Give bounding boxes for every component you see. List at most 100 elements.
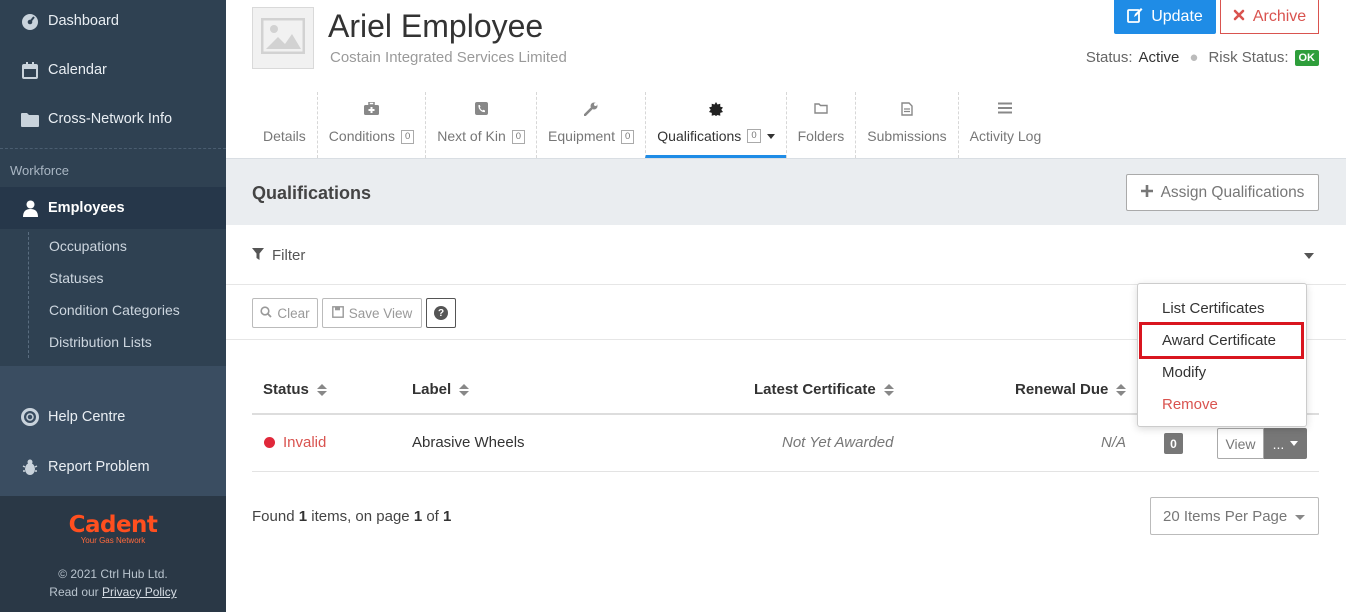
column-header-latest-certificate[interactable]: Latest Certificate (754, 381, 894, 398)
wrench-icon (537, 102, 645, 116)
lifebuoy-icon (20, 407, 40, 427)
sidebar-subitem-statuses[interactable]: Statuses (49, 270, 103, 286)
sidebar-item-employees[interactable]: Employees (0, 187, 226, 229)
found-mid: items, on page (311, 508, 410, 525)
column-header-renewal-due[interactable]: Renewal Due (1015, 381, 1127, 398)
tab-qualifications[interactable]: Qualifications 0 (645, 92, 786, 158)
clear-label: Clear (277, 305, 310, 321)
tab-next-of-kin[interactable]: Next of Kin 0 (425, 92, 536, 158)
tab-conditions[interactable]: Conditions 0 (316, 92, 425, 158)
menu-item-list-certificates[interactable]: List Certificates (1162, 300, 1265, 317)
assign-label: Assign Qualifications (1160, 183, 1305, 201)
sidebar-subnav: Occupations Statuses Condition Categorie… (28, 232, 226, 358)
folder-icon (20, 109, 40, 129)
tab-count: 0 (511, 130, 526, 144)
close-icon (1233, 8, 1245, 26)
list-icon (959, 102, 1053, 114)
tab-label: Details (263, 128, 306, 144)
chevron-down-icon[interactable] (1304, 253, 1314, 259)
tab-label: Equipment (548, 127, 615, 144)
risk-status-badge: OK (1294, 49, 1319, 66)
sort-icon (459, 383, 470, 396)
help-button[interactable]: ? (426, 298, 456, 328)
view-button[interactable]: View (1217, 428, 1264, 459)
sidebar-item-report-problem[interactable]: Report Problem (0, 446, 226, 488)
column-header-status[interactable]: Status (263, 381, 327, 398)
caret-down-icon (1295, 515, 1305, 520)
certificate-icon (646, 102, 785, 116)
column-header-label[interactable]: Label (412, 381, 470, 398)
tab-folders[interactable]: Folders (785, 92, 856, 158)
sidebar-item-calendar[interactable]: Calendar (0, 49, 226, 91)
column-label: Latest Certificate (754, 381, 876, 398)
bug-icon (20, 457, 40, 477)
filter-label: Filter (272, 247, 306, 264)
total-pages: 1 (443, 508, 452, 525)
search-icon (260, 305, 272, 321)
assign-qualifications-button[interactable]: Assign Qualifications (1126, 174, 1319, 211)
found-prefix: Found (252, 508, 295, 525)
tab-label: Activity Log (969, 128, 1042, 144)
plus-icon (1140, 184, 1153, 202)
highlight-box (1139, 322, 1304, 359)
save-view-label: Save View (348, 305, 413, 321)
company-name: Costain Integrated Services Limited (330, 49, 567, 66)
caret-down-icon[interactable] (766, 133, 775, 139)
dashboard-icon (20, 11, 40, 31)
risk-status-label: Risk Status: (1208, 49, 1289, 66)
sort-icon (316, 383, 327, 396)
read-our-text: Read our (49, 585, 99, 599)
menu-item-remove[interactable]: Remove (1162, 396, 1218, 413)
tab-label: Next of Kin (437, 127, 506, 144)
question-icon: ? (434, 306, 448, 320)
invalid-status-dot (264, 437, 275, 448)
sidebar-support-panel: Help Centre Report Problem (0, 366, 226, 496)
per-page-value: 20 Items Per Page (1163, 507, 1288, 525)
copyright: © 2021 Ctrl Hub Ltd. (58, 567, 168, 581)
phone-icon (426, 102, 536, 115)
clear-button[interactable]: Clear (252, 298, 318, 328)
sidebar-item-label: Report Problem (48, 459, 150, 475)
sidebar-item-label: Cross-Network Info (48, 111, 173, 127)
sidebar-item-dashboard[interactable]: Dashboard (0, 0, 226, 42)
tab-submissions[interactable]: Submissions (855, 92, 957, 158)
document-icon (856, 102, 957, 116)
sidebar-divider (0, 148, 226, 149)
column-label: Status (263, 381, 309, 398)
page-title: Ariel Employee (328, 8, 544, 44)
tab-details[interactable]: Details (252, 92, 317, 158)
calendar-icon (20, 60, 40, 80)
status-cell: Invalid (264, 434, 326, 451)
more-actions-button[interactable]: ... (1264, 428, 1307, 459)
sidebar-item-cross-network[interactable]: Cross-Network Info (0, 98, 226, 140)
tab-activity-log[interactable]: Activity Log (957, 92, 1053, 158)
sidebar-item-help-centre[interactable]: Help Centre (0, 396, 226, 438)
tab-label: Folders (797, 128, 845, 144)
sidebar-item-label: Help Centre (48, 409, 126, 425)
table-row-divider (252, 471, 1319, 472)
first-aid-icon (318, 102, 425, 115)
sidebar-subitem-occupations[interactable]: Occupations (49, 238, 127, 254)
sidebar-subitem-distribution-lists[interactable]: Distribution Lists (49, 334, 152, 350)
archive-button[interactable]: Archive (1220, 0, 1319, 34)
sidebar-subitem-condition-categories[interactable]: Condition Categories (49, 302, 180, 318)
filter-row[interactable]: Filter (226, 225, 1346, 285)
tab-count: 0 (400, 130, 415, 144)
update-label: Update (1151, 8, 1203, 25)
save-icon (331, 305, 344, 321)
image-placeholder-icon (260, 17, 306, 59)
sidebar-item-label: Employees (48, 200, 125, 216)
sort-icon (883, 383, 894, 396)
privacy-policy-link[interactable]: Privacy Policy (102, 585, 177, 599)
items-per-page-select[interactable]: 20 Items Per Page (1150, 497, 1319, 535)
status-value: Active (1138, 49, 1180, 66)
save-view-button[interactable]: Save View (322, 298, 422, 328)
update-button[interactable]: Update (1114, 0, 1216, 34)
column-label: Label (412, 381, 452, 398)
tab-equipment[interactable]: Equipment 0 (536, 92, 645, 158)
menu-item-modify[interactable]: Modify (1162, 364, 1206, 381)
filter-toggle: Filter (252, 247, 305, 264)
brand-logo: Cadent (68, 512, 158, 538)
tab-count: 0 (620, 130, 635, 144)
brand-tagline: Your Gas Network (80, 536, 146, 545)
